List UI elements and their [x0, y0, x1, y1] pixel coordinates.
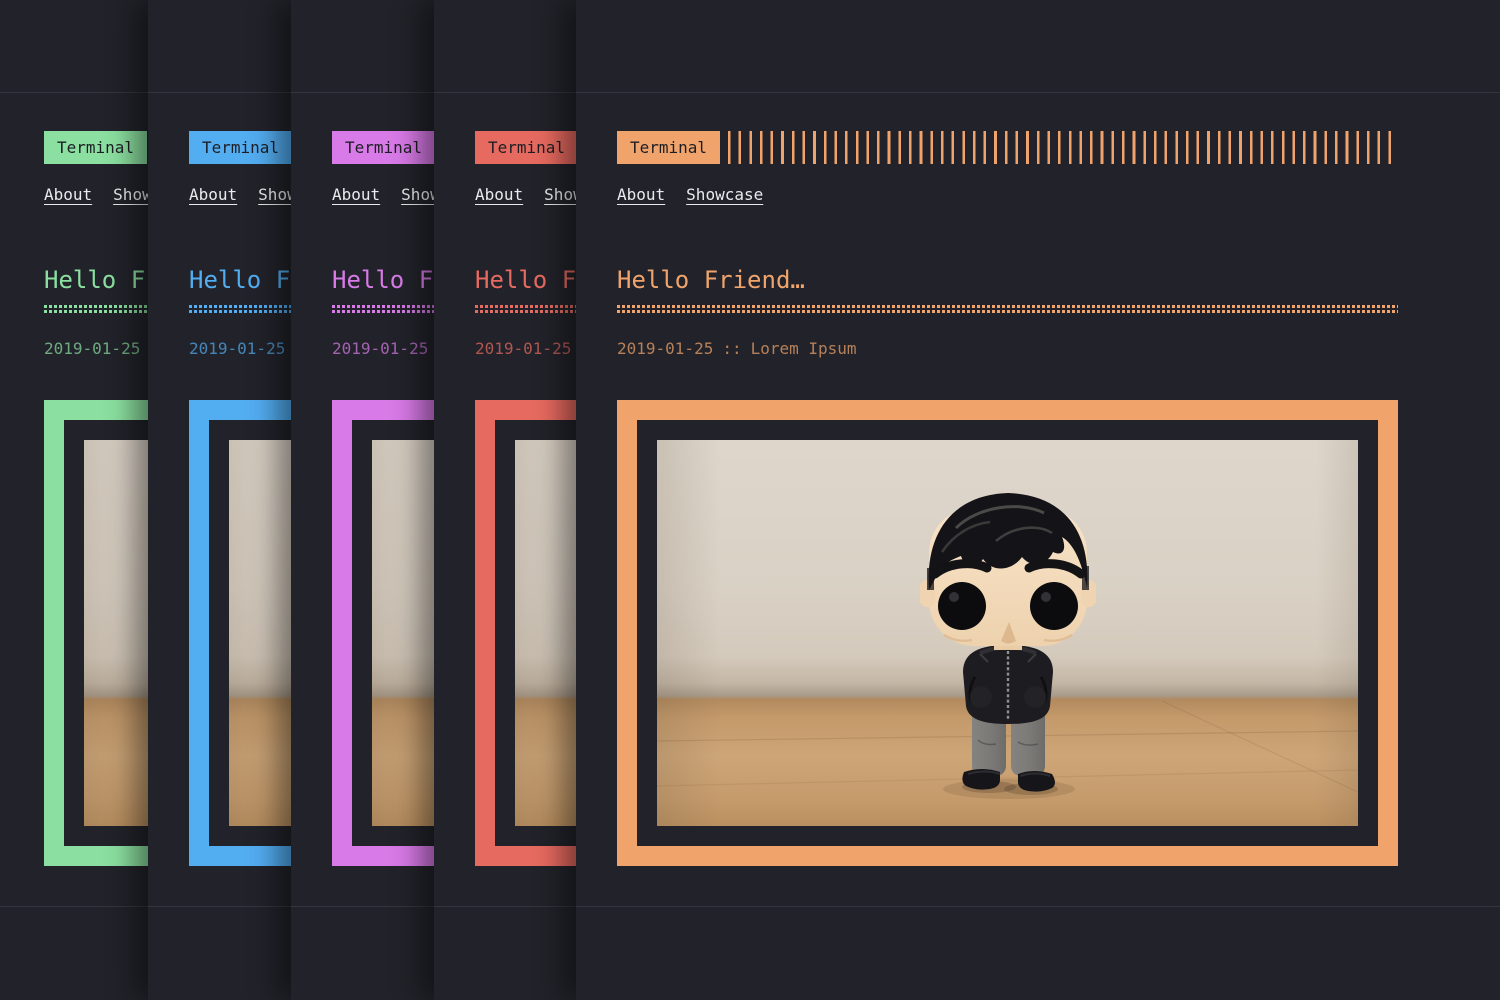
post-date: 2019-01-25: [617, 339, 713, 358]
site-logo[interactable]: Terminal: [332, 131, 435, 164]
title-dotted-separator: [617, 305, 1398, 313]
site-logo[interactable]: Terminal: [475, 131, 578, 164]
nav-link-about[interactable]: About: [617, 185, 665, 204]
post-meta: 2019-01-25::Lorem Ipsum: [617, 339, 857, 358]
site-logo[interactable]: Terminal: [617, 131, 720, 164]
meta-separator: ::: [722, 339, 741, 358]
nav-link-about[interactable]: About: [44, 185, 92, 204]
post-date: 2019-01-25: [475, 339, 571, 358]
post-date: 2019-01-25: [44, 339, 140, 358]
site-logo[interactable]: Terminal: [189, 131, 292, 164]
nav-link-showcase[interactable]: Showcase: [686, 185, 763, 204]
page-bottom-divider: [576, 906, 1500, 907]
header-decoration-bars: [728, 131, 1398, 164]
post-date: 2019-01-25: [332, 339, 428, 358]
page-top-divider: [576, 92, 1500, 93]
post-image-frame: [617, 400, 1398, 866]
nav-link-about[interactable]: About: [475, 185, 523, 204]
main-nav: About Showcase: [617, 185, 763, 204]
post-category: Lorem Ipsum: [751, 339, 857, 358]
post-date: 2019-01-25: [189, 339, 285, 358]
site-logo[interactable]: Terminal: [44, 131, 147, 164]
site-header: Terminal: [617, 131, 1398, 164]
theme-panel-orange: Terminal About Showcase Hello Friend… 20…: [576, 0, 1500, 1000]
post-title[interactable]: Hello Friend…: [617, 266, 805, 294]
nav-link-about[interactable]: About: [332, 185, 380, 204]
nav-link-about[interactable]: About: [189, 185, 237, 204]
funko-figure-photo: [657, 440, 1358, 826]
funko-figure-illustration: [657, 440, 1358, 826]
